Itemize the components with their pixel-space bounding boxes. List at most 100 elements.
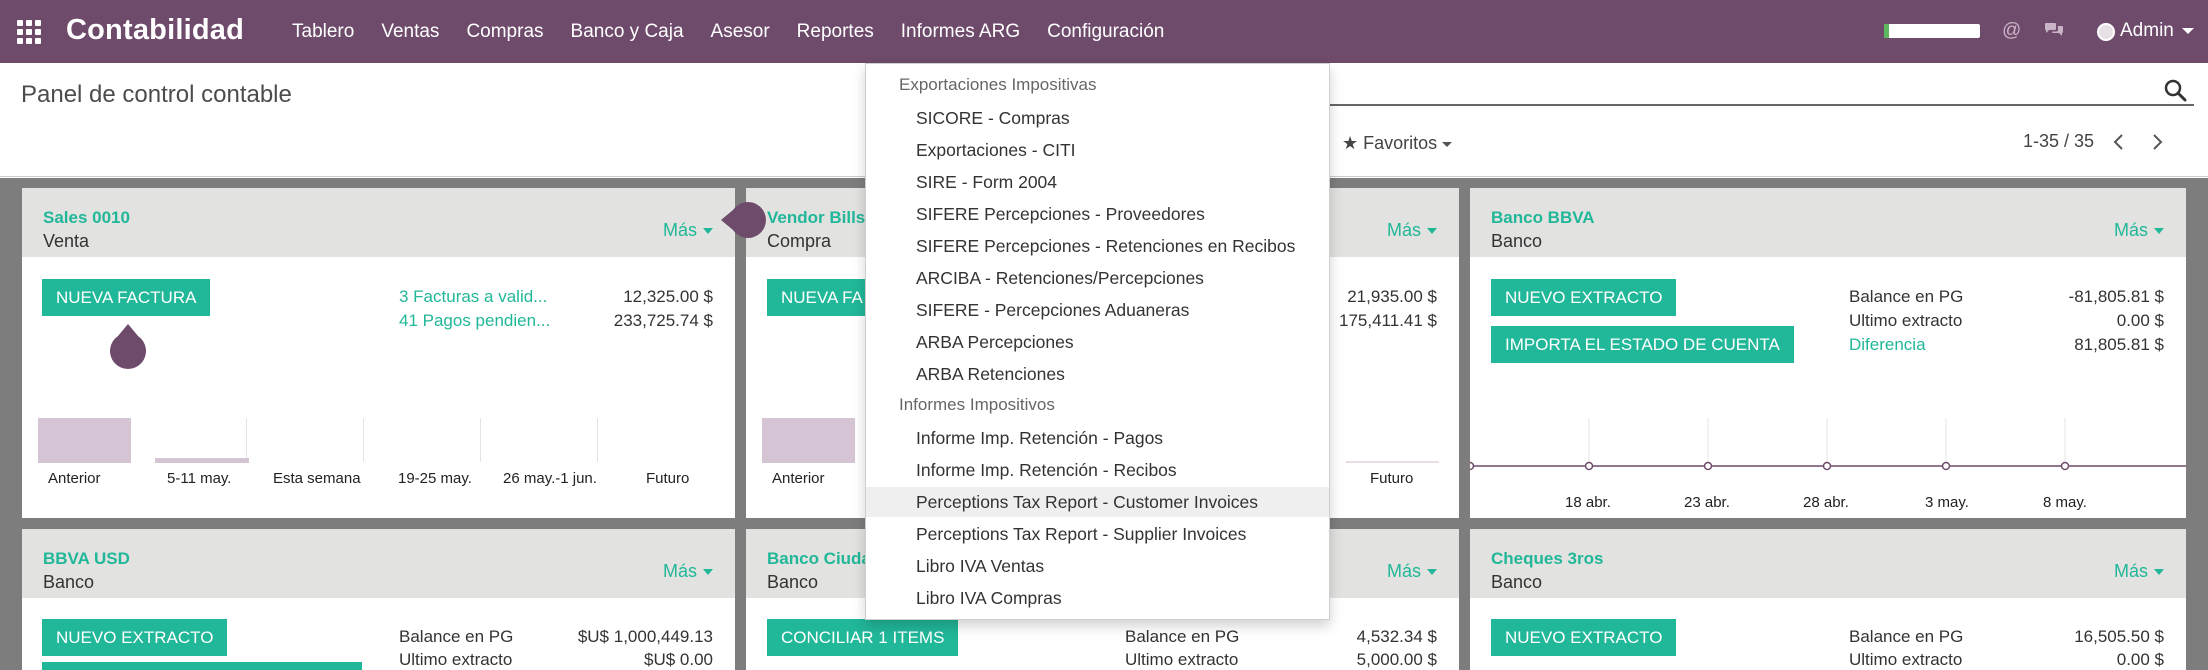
more-label: Más bbox=[662, 220, 697, 240]
card-subtitle: Banco bbox=[1491, 572, 1543, 592]
more-dropdown[interactable]: Más bbox=[2114, 220, 2164, 241]
graph-bar[interactable] bbox=[155, 458, 249, 463]
more-dropdown[interactable]: Más bbox=[663, 561, 713, 582]
more-label: Más bbox=[2113, 220, 2148, 240]
last-statement-amount: 5,000.00 $ bbox=[1356, 650, 1437, 669]
menu-banco-y-caja[interactable]: Banco y Caja bbox=[571, 21, 684, 43]
pager-previous-icon[interactable] bbox=[2112, 133, 2126, 151]
user-name-label: Admin bbox=[2120, 20, 2174, 41]
menu-tablero[interactable]: Tablero bbox=[292, 21, 354, 43]
menu-reportes[interactable]: Reportes bbox=[797, 21, 874, 43]
axis-label: Esta semana bbox=[273, 470, 361, 487]
invoices-to-validate-amount: 12,325.00 $ bbox=[623, 287, 713, 306]
more-dropdown[interactable]: Más bbox=[663, 220, 713, 241]
axis-label: 5-11 may. bbox=[167, 470, 232, 487]
menu-compras[interactable]: Compras bbox=[466, 21, 543, 43]
dropdown-item-sifere-percepciones-proveedores[interactable]: SIFERE Percepciones - Proveedores bbox=[866, 199, 1329, 229]
axis-label: 18 abr. bbox=[1565, 494, 1611, 511]
new-bill-button[interactable]: NUEVA FA bbox=[767, 279, 877, 316]
menu-ventas[interactable]: Ventas bbox=[381, 21, 439, 43]
balance-label: Balance en PG bbox=[1849, 287, 1964, 306]
difference-link[interactable]: Diferencia bbox=[1849, 335, 1926, 355]
axis-label: 23 abr. bbox=[1684, 494, 1730, 511]
chevron-down-icon bbox=[1442, 141, 1453, 147]
apps-grid-icon[interactable] bbox=[17, 20, 43, 44]
more-dropdown[interactable]: Más bbox=[1387, 561, 1437, 582]
new-invoice-button[interactable]: NUEVA FACTURA bbox=[42, 279, 211, 316]
card-title[interactable]: Sales 0010 bbox=[43, 208, 130, 228]
dropdown-item-retencion-pagos[interactable]: Informe Imp. Retención - Pagos bbox=[866, 423, 1329, 453]
dropdown-section-header: Informes Impositivos bbox=[899, 395, 1055, 414]
card-title[interactable]: Banco Ciuda bbox=[767, 549, 871, 569]
chevron-down-icon bbox=[1427, 569, 1437, 576]
axis-label: 28 abr. bbox=[1803, 494, 1849, 511]
graph-bar[interactable] bbox=[1346, 461, 1439, 463]
card-subtitle: Banco bbox=[1491, 231, 1543, 251]
dropdown-item-perceptions-customer-invoices[interactable]: Perceptions Tax Report - Customer Invoic… bbox=[866, 487, 1329, 517]
more-dropdown[interactable]: Más bbox=[1387, 220, 1437, 241]
axis-label: Futuro bbox=[646, 470, 690, 487]
menu-configuracion[interactable]: Configuración bbox=[1047, 21, 1164, 43]
user-menu[interactable]: Admin bbox=[2120, 20, 2194, 42]
new-statement-button[interactable]: NUEVO EXTRACTO bbox=[1491, 619, 1677, 656]
loading-progress-bar bbox=[1884, 24, 1980, 38]
dropdown-item-arba-retenciones[interactable]: ARBA Retenciones bbox=[866, 359, 1329, 389]
card-title[interactable]: BBVA USD bbox=[43, 549, 130, 569]
chevron-down-icon bbox=[2154, 569, 2164, 576]
last-statement-label: Ultimo extracto bbox=[1125, 650, 1239, 669]
balance-amount: 4,532.34 $ bbox=[1356, 627, 1437, 646]
main-menu: Tablero Ventas Compras Banco y Caja Ases… bbox=[292, 0, 1191, 63]
chevron-down-icon bbox=[2154, 228, 2164, 235]
dropdown-item-libro-iva-ventas[interactable]: Libro IVA Ventas bbox=[866, 551, 1329, 581]
pending-payments-link[interactable]: 41 Pagos pendien... bbox=[399, 311, 550, 331]
graph-bar[interactable] bbox=[38, 418, 131, 463]
dropdown-item-sifere-aduaneras[interactable]: SIFERE - Percepciones Aduaneras bbox=[866, 295, 1329, 325]
new-statement-button[interactable]: NUEVO EXTRACTO bbox=[42, 619, 228, 656]
card-title[interactable]: Banco BBVA bbox=[1491, 208, 1595, 228]
dropdown-item-exportaciones-citi[interactable]: Exportaciones - CITI bbox=[866, 135, 1329, 165]
dropdown-item-libro-iva-compras[interactable]: Libro IVA Compras bbox=[866, 583, 1329, 613]
search-icon[interactable] bbox=[2163, 78, 2187, 102]
at-sign-icon[interactable]: @ bbox=[2002, 20, 2021, 42]
favorites-dropdown[interactable]: ★ Favoritos bbox=[1342, 133, 1453, 154]
balance-amount: -81,805.81 $ bbox=[2068, 287, 2164, 306]
axis-label: Futuro bbox=[1370, 470, 1414, 487]
journal-card-bbva-usd: BBVA USD Banco Más NUEVO EXTRACTO Balanc… bbox=[22, 529, 735, 670]
chat-bubbles-icon[interactable] bbox=[2044, 22, 2064, 38]
new-statement-button[interactable]: NUEVO EXTRACTO bbox=[1491, 279, 1677, 316]
card-subtitle: Banco bbox=[43, 572, 95, 592]
reconcile-items-button[interactable]: CONCILIAR 1 ITEMS bbox=[767, 619, 959, 656]
dropdown-item-retencion-recibos[interactable]: Informe Imp. Retención - Recibos bbox=[866, 455, 1329, 485]
balance-label: Balance en PG bbox=[1849, 627, 1964, 646]
balance-label: Balance en PG bbox=[399, 627, 514, 646]
search-input[interactable] bbox=[1330, 104, 2194, 106]
informes-arg-dropdown: Exportaciones Impositivas SICORE - Compr… bbox=[865, 63, 1330, 620]
dropdown-item-sicore-compras[interactable]: SICORE - Compras bbox=[866, 103, 1329, 133]
more-label: Más bbox=[2113, 561, 2148, 581]
card-subtitle: Venta bbox=[43, 231, 90, 251]
import-statement-button[interactable]: IMPORTA EL ESTADO DE CUENTA bbox=[1491, 326, 1794, 363]
pager-next-icon[interactable] bbox=[2150, 133, 2164, 151]
graph-bar[interactable] bbox=[762, 418, 855, 463]
tour-tip-icon[interactable] bbox=[719, 200, 767, 240]
menu-informes-arg[interactable]: Informes ARG bbox=[901, 21, 1020, 43]
dropdown-item-perceptions-supplier-invoices[interactable]: Perceptions Tax Report - Supplier Invoic… bbox=[866, 519, 1329, 549]
card-title[interactable]: Vendor Bills bbox=[767, 208, 865, 228]
invoices-to-validate-link[interactable]: 3 Facturas a valid... bbox=[399, 287, 547, 307]
menu-asesor[interactable]: Asesor bbox=[711, 21, 770, 43]
dropdown-item-sifere-percepciones-retenciones[interactable]: SIFERE Percepciones - Retenciones en Rec… bbox=[866, 231, 1329, 261]
more-dropdown[interactable]: Más bbox=[2114, 561, 2164, 582]
favorites-label: Favoritos bbox=[1363, 133, 1438, 153]
bank-balance-graph: 18 abr. 23 abr. 28 abr. 3 may. 8 may. bbox=[1470, 418, 2186, 518]
grid-line bbox=[480, 418, 481, 462]
dropdown-item-sire-form-2004[interactable]: SIRE - Form 2004 bbox=[866, 167, 1329, 197]
card-title[interactable]: Cheques 3ros bbox=[1491, 549, 1603, 569]
pager-value[interactable]: 1-35 / 35 bbox=[2023, 131, 2094, 152]
axis-label: 3 may. bbox=[1925, 494, 1969, 511]
import-statement-button[interactable] bbox=[42, 662, 362, 670]
user-avatar[interactable] bbox=[2097, 23, 2115, 41]
dropdown-item-arba-percepciones[interactable]: ARBA Percepciones bbox=[866, 327, 1329, 357]
dropdown-item-arciba[interactable]: ARCIBA - Retenciones/Percepciones bbox=[866, 263, 1329, 293]
tour-tip-icon[interactable] bbox=[108, 322, 148, 370]
balance-amount: 16,505.50 $ bbox=[2074, 627, 2164, 646]
